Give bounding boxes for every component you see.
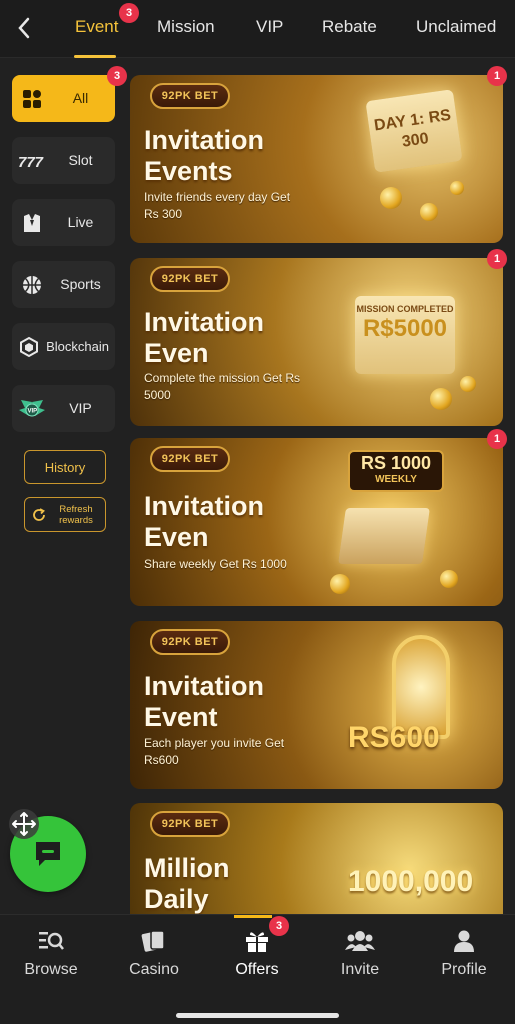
nav-profile[interactable]: Profile	[419, 929, 509, 979]
coin-icon	[450, 181, 464, 195]
offers-badge: 3	[269, 916, 289, 936]
offers-screen: Event 3 Mission VIP Rebate Unclaimed All…	[0, 0, 515, 1024]
refresh-rewards-button[interactable]: Refresh rewards	[24, 497, 106, 532]
back-button[interactable]	[12, 14, 36, 42]
tab-unclaimed[interactable]: Unclaimed	[416, 17, 496, 37]
sidebar-item-vip[interactable]: VIP VIP	[12, 385, 115, 432]
coin-icon	[430, 388, 452, 410]
nav-offers[interactable]: Offers	[212, 929, 302, 979]
person-icon	[454, 930, 474, 952]
tab-rebate[interactable]: Rebate	[322, 17, 377, 37]
banner-description: Share weekly Get Rs 1000	[144, 557, 287, 571]
sidebar-item-label: VIP	[69, 400, 92, 416]
active-nav-indicator	[234, 915, 272, 918]
event-banner-5[interactable]: 92PK BET Million Daily 1000,000	[130, 803, 503, 914]
sidebar-item-blockchain[interactable]: Blockchain	[12, 323, 115, 370]
nav-label: Casino	[129, 961, 179, 978]
refresh-icon	[33, 507, 45, 521]
banner-description: Each player you invite Get Rs600	[144, 736, 285, 767]
coin-icon	[460, 376, 476, 392]
sidebar-item-label: Slot	[68, 152, 93, 168]
chevron-left-icon	[18, 17, 30, 39]
svg-text:VIP: VIP	[28, 408, 38, 414]
nav-label: Profile	[441, 961, 487, 978]
coin-icon	[330, 574, 350, 594]
brand-logo: 92PK BET	[150, 811, 230, 837]
sidebar-item-label: All	[72, 90, 89, 106]
coin-icon	[440, 570, 458, 588]
sidebar-item-all[interactable]: All	[12, 75, 115, 122]
brand-logo: 92PK BET	[150, 83, 230, 109]
group-icon	[345, 931, 375, 951]
open-book-art	[338, 508, 430, 564]
browse-search-icon	[39, 932, 64, 950]
event-banner-4[interactable]: 92PK BET Invitation Event Each player yo…	[130, 621, 503, 789]
sidebar-item-sports[interactable]: Sports	[12, 261, 115, 308]
tab-event[interactable]: Event	[75, 17, 118, 37]
sidebar-item-label: Blockchain	[46, 339, 109, 354]
bottom-navigation: Browse Casino Offers 3 Invite Profile	[0, 914, 515, 1024]
banner-art-scroll: MISSION COMPLETED R$5000	[355, 296, 455, 374]
nav-invite[interactable]: Invite	[315, 929, 405, 979]
svg-text:777: 777	[18, 154, 44, 169]
chat-bubble-icon	[36, 842, 60, 866]
sidebar-item-label: Sports	[60, 276, 101, 292]
nav-label: Offers	[235, 961, 279, 978]
active-tab-indicator	[74, 55, 116, 58]
top-tab-bar: Event 3 Mission VIP Rebate Unclaimed	[0, 0, 515, 58]
tab-event-badge: 3	[119, 3, 139, 23]
drag-move-icon[interactable]	[8, 808, 40, 840]
event-banner-1[interactable]: 92PK BET Invitation Events Invite friend…	[130, 75, 503, 243]
weekly-sign: RS 1000 WEEKLY	[348, 450, 444, 492]
sidebar-item-label: Live	[67, 214, 94, 230]
banner-description: Invite friends every day Get Rs 300	[144, 190, 291, 221]
banner-description: Complete the mission Get Rs 5000	[144, 371, 301, 402]
banner-title: Invitation Event	[144, 671, 264, 732]
banner-title: Million Daily	[144, 853, 230, 914]
coin-icon	[420, 203, 438, 221]
brand-logo: 92PK BET	[150, 266, 230, 292]
event-banner-3[interactable]: 92PK BET Invitation Even Share weekly Ge…	[130, 438, 503, 606]
banner-art-calendar: DAY 1: RS 300	[365, 89, 463, 173]
brand-logo: 92PK BET	[150, 446, 230, 472]
blockchain-cube-icon	[12, 336, 46, 358]
reward-amount-art: 1000,000	[348, 865, 474, 898]
banner-1-badge: 1	[487, 66, 507, 86]
basketball-icon	[12, 274, 52, 296]
tab-vip[interactable]: VIP	[256, 17, 283, 37]
scroll-amount: R$5000	[362, 315, 448, 342]
banner-2-badge: 1	[487, 249, 507, 269]
sidebar-all-badge: 3	[107, 66, 127, 86]
nav-casino[interactable]: Casino	[109, 929, 199, 979]
nav-label: Browse	[24, 961, 78, 978]
dealer-icon	[12, 212, 52, 234]
home-indicator[interactable]	[176, 1013, 339, 1018]
sign-caption: WEEKLY	[375, 474, 417, 485]
nav-label: Invite	[340, 961, 380, 978]
coin-icon	[380, 187, 402, 209]
cards-icon	[141, 930, 165, 952]
banner-3-badge: 1	[487, 429, 507, 449]
brand-logo: 92PK BET	[150, 629, 230, 655]
sidebar-item-live[interactable]: Live	[12, 199, 115, 246]
banner-title: Invitation Even	[144, 307, 264, 368]
tab-mission[interactable]: Mission	[157, 17, 215, 37]
scroll-caption: MISSION COMPLETED	[356, 304, 454, 314]
grid-icon	[12, 88, 52, 110]
event-banner-2[interactable]: 92PK BET Invitation Even Complete the mi…	[130, 258, 503, 426]
banner-title: Invitation Events	[144, 125, 264, 186]
reward-amount-art: RS600	[348, 721, 440, 754]
sidebar-item-slot[interactable]: 777 Slot	[12, 137, 115, 184]
banner-title: Invitation Even	[144, 491, 264, 552]
history-button[interactable]: History	[24, 450, 106, 484]
vip-wings-icon: VIP	[12, 398, 52, 420]
slot-777-icon: 777	[12, 153, 52, 169]
refresh-rewards-label: Refresh rewards	[59, 503, 93, 526]
gift-icon	[246, 932, 268, 952]
sign-amount: RS 1000	[360, 453, 432, 473]
nav-browse[interactable]: Browse	[6, 929, 96, 979]
